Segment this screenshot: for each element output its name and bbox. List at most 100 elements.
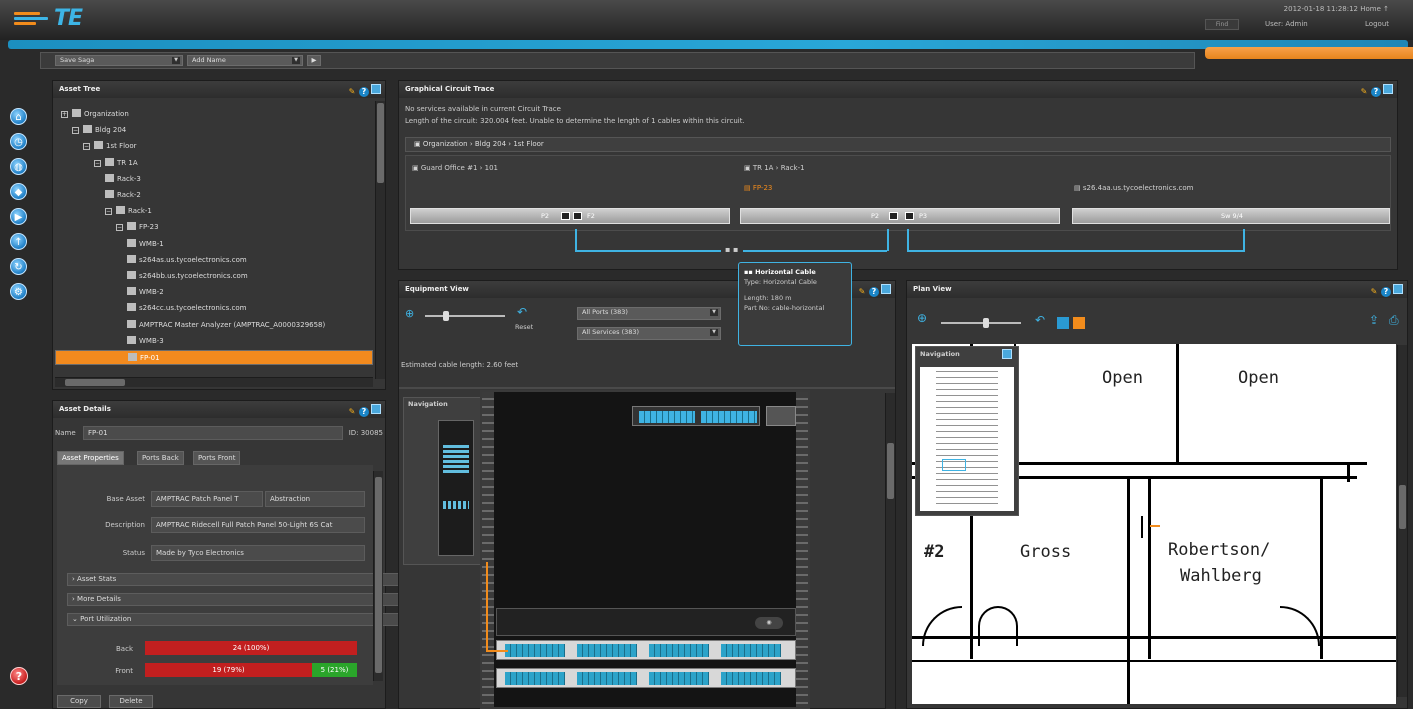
tab-asset-properties[interactable]: Asset Properties bbox=[57, 451, 124, 465]
zoom-icon[interactable]: ⊕ bbox=[917, 311, 927, 325]
play-icon[interactable]: ▶ bbox=[10, 208, 27, 225]
export-icon[interactable]: ⇪ bbox=[1369, 313, 1379, 327]
layer-toggle-orange[interactable] bbox=[1073, 317, 1085, 329]
edit-icon[interactable]: ✎ bbox=[857, 287, 867, 297]
maximize-icon[interactable] bbox=[371, 404, 381, 414]
hscroll-thumb[interactable] bbox=[65, 379, 125, 386]
base-asset-input[interactable]: AMPTRAC Patch Panel T bbox=[151, 491, 263, 507]
cable-line[interactable] bbox=[575, 250, 721, 252]
name-select[interactable]: Add Name ▼ bbox=[187, 55, 303, 66]
tab-ports-front[interactable]: Ports Front bbox=[193, 451, 241, 465]
name-input[interactable]: FP-01 bbox=[83, 426, 343, 440]
maximize-icon[interactable] bbox=[1383, 84, 1393, 94]
section-more-details[interactable]: › More Details bbox=[67, 593, 413, 606]
details-scrollbar[interactable] bbox=[373, 471, 383, 681]
tree-item[interactable]: s264as.us.tycoelectronics.com bbox=[127, 253, 247, 268]
navigator-toggle-icon[interactable] bbox=[1002, 349, 1012, 359]
reset-label[interactable]: Reset bbox=[515, 323, 533, 331]
switch-uplinks[interactable] bbox=[766, 406, 796, 426]
tree-item[interactable]: WMB-2 bbox=[127, 285, 164, 300]
home-icon[interactable]: ⌂ bbox=[10, 108, 27, 125]
tree-hscrollbar[interactable] bbox=[55, 377, 373, 387]
cable-line[interactable] bbox=[743, 250, 887, 252]
reset-icon[interactable]: ↶ bbox=[517, 305, 527, 319]
port-patch-panel[interactable]: P2 P3 bbox=[740, 208, 1060, 224]
zoom-slider[interactable] bbox=[941, 322, 1021, 324]
abstraction-input[interactable]: Abstraction bbox=[265, 491, 365, 507]
tree-item[interactable]: − Rack-1 bbox=[105, 204, 152, 219]
port-switch[interactable]: Sw 9/4 bbox=[1072, 208, 1390, 224]
tree-item[interactable]: − TR 1A bbox=[94, 156, 138, 171]
rack-view[interactable]: ◉ bbox=[480, 390, 810, 709]
scroll-thumb[interactable] bbox=[887, 443, 894, 499]
help-icon[interactable]: ? bbox=[869, 287, 879, 297]
help-icon[interactable]: ? bbox=[359, 87, 369, 97]
scroll-thumb[interactable] bbox=[375, 477, 382, 673]
find-field[interactable]: Find bbox=[1205, 19, 1239, 30]
plan-scrollbar[interactable] bbox=[1397, 345, 1407, 697]
zoom-icon[interactable]: ⊕ bbox=[405, 307, 414, 320]
tree-item[interactable]: s264cc.us.tycoelectronics.com bbox=[127, 301, 246, 316]
help-icon[interactable]: ? bbox=[359, 407, 369, 417]
edit-icon[interactable]: ✎ bbox=[347, 87, 357, 97]
layer-toggle-blue[interactable] bbox=[1057, 317, 1069, 329]
edit-icon[interactable]: ✎ bbox=[1359, 87, 1369, 97]
tree-item[interactable]: − FP-23 bbox=[116, 220, 159, 235]
zoom-slider[interactable] bbox=[425, 315, 505, 317]
clock-icon[interactable]: ◷ bbox=[10, 133, 27, 150]
scroll-thumb[interactable] bbox=[377, 103, 384, 183]
go-button[interactable]: ▶ bbox=[307, 55, 321, 66]
expand-icon[interactable]: + bbox=[61, 111, 68, 118]
tree-item[interactable]: Rack-3 bbox=[105, 172, 141, 187]
zoom-slider-handle[interactable] bbox=[443, 311, 449, 321]
tree-item[interactable]: − 1st Floor bbox=[83, 139, 137, 154]
edit-icon[interactable]: ✎ bbox=[347, 407, 357, 417]
tree-item[interactable]: FP-01 bbox=[55, 350, 373, 365]
scroll-thumb[interactable] bbox=[1399, 485, 1406, 529]
cable-link-icon[interactable]: ▪ ▪ bbox=[725, 245, 738, 254]
edit-icon[interactable]: ✎ bbox=[1369, 287, 1379, 297]
maximize-icon[interactable] bbox=[1393, 284, 1403, 294]
help-icon[interactable]: ? bbox=[10, 667, 28, 685]
ports-select[interactable]: All Ports (383) ▼ bbox=[577, 307, 721, 320]
switch-device[interactable] bbox=[632, 406, 760, 426]
equipment-scrollbar[interactable] bbox=[885, 393, 895, 709]
outlet-marker[interactable] bbox=[1150, 525, 1160, 527]
server-chassis[interactable]: ◉ bbox=[496, 608, 796, 636]
maximize-icon[interactable] bbox=[371, 84, 381, 94]
tree-item[interactable]: WMB-1 bbox=[127, 237, 164, 252]
view-select[interactable]: Save Saga ▼ bbox=[55, 55, 183, 66]
copy-button[interactable]: Copy bbox=[57, 695, 101, 708]
pin-icon[interactable]: ↑ bbox=[10, 233, 27, 250]
status-input[interactable]: Made by Tyco Electronics bbox=[151, 545, 365, 561]
tree-item[interactable]: s264bb.us.tycoelectronics.com bbox=[127, 269, 248, 284]
logout-link[interactable]: Logout bbox=[1365, 20, 1389, 28]
delete-button[interactable]: Delete bbox=[109, 695, 153, 708]
collapse-icon[interactable]: − bbox=[105, 208, 112, 216]
tree-item[interactable]: WMB-3 bbox=[127, 334, 164, 349]
print-icon[interactable]: ⎙ bbox=[1389, 313, 1399, 328]
description-input[interactable]: AMPTRAC Ridecell Full Patch Panel 50-Lig… bbox=[151, 517, 365, 533]
cable-line[interactable] bbox=[907, 250, 1245, 252]
zoom-slider-handle[interactable] bbox=[983, 318, 989, 328]
section-port-utilization[interactable]: ⌄ Port Utilization bbox=[67, 613, 413, 626]
tree-item[interactable]: + Organization bbox=[61, 107, 129, 122]
diamond-icon[interactable]: ◆ bbox=[10, 183, 27, 200]
patch-panel-2[interactable] bbox=[496, 668, 796, 688]
collapse-icon[interactable]: − bbox=[94, 159, 101, 167]
navigator-thumbnail[interactable] bbox=[920, 367, 1014, 511]
collapse-icon[interactable]: − bbox=[83, 143, 90, 151]
globe-icon[interactable]: ◍ bbox=[10, 158, 27, 175]
gear-icon[interactable]: ⚙ bbox=[10, 283, 27, 300]
reset-icon[interactable]: ↶ bbox=[1035, 313, 1045, 327]
tree-scrollbar[interactable] bbox=[375, 101, 385, 379]
port-outlet[interactable]: P2 F2 bbox=[410, 208, 730, 224]
patch-panel-1[interactable] bbox=[496, 640, 796, 660]
navigator-thumbnail[interactable] bbox=[438, 420, 474, 556]
tree-item[interactable]: − Bldg 204 bbox=[72, 123, 126, 138]
maximize-icon[interactable] bbox=[881, 284, 891, 294]
collapse-icon[interactable]: − bbox=[116, 224, 123, 232]
help-icon[interactable]: ? bbox=[1381, 287, 1391, 297]
help-icon[interactable]: ? bbox=[1371, 87, 1381, 97]
refresh-icon[interactable]: ↻ bbox=[10, 258, 27, 275]
